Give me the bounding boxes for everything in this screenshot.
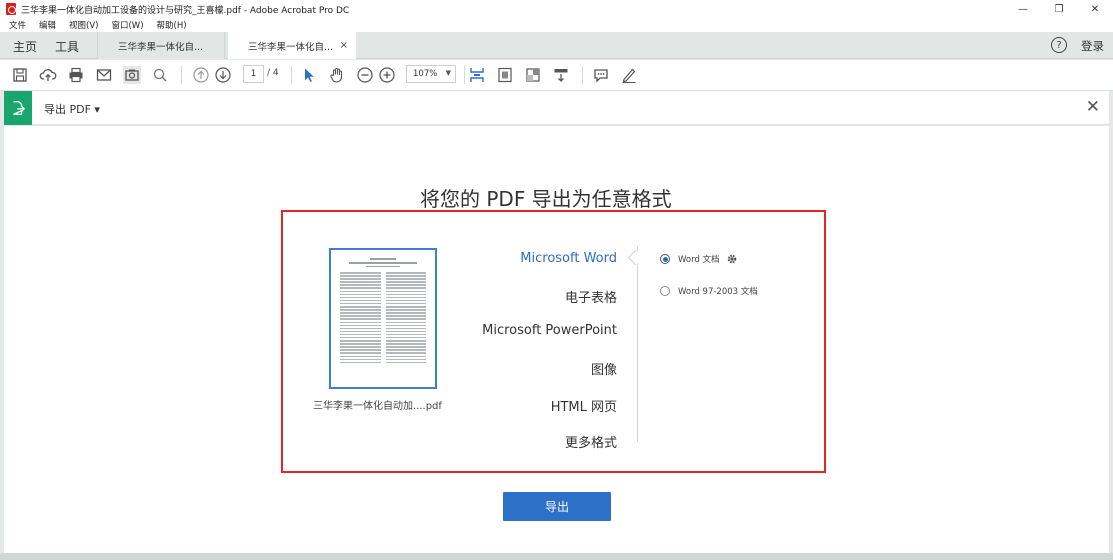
tab-document-2-label: 三华李果一体化自... — [248, 41, 334, 53]
tab-home[interactable]: 主页 — [13, 38, 37, 55]
gear-icon[interactable] — [726, 253, 738, 265]
menu-view[interactable]: 视图(V) — [69, 19, 98, 31]
toolbar-divider — [181, 66, 182, 84]
tab-tools[interactable]: 工具 — [55, 38, 79, 55]
toolbar-divider — [582, 66, 583, 84]
comment-icon[interactable] — [592, 66, 610, 84]
fit-page-icon[interactable] — [468, 66, 486, 84]
window-bottom-strip — [0, 553, 1113, 560]
window-title: 三华李果一体化自动加工设备的设计与研究_王喜檬.pdf - Adobe Acro… — [21, 5, 350, 16]
page-total: / 4 — [267, 68, 279, 78]
export-pdf-tool-title[interactable]: 导出 PDF ▾ — [44, 101, 100, 117]
toolbar-divider — [464, 66, 465, 84]
menu-bar: 文件 编辑 视图(V) 窗口(W) 帮助(H) — [0, 18, 1113, 32]
export-button[interactable]: 导出 — [503, 492, 611, 521]
radio-word-document[interactable] — [660, 254, 670, 264]
export-pdf-panel-header: 导出 PDF ▾ ✕ — [4, 91, 1109, 125]
option-word-document-label: Word 文档 — [678, 255, 720, 265]
format-divider — [637, 246, 638, 442]
hand-tool-icon[interactable] — [328, 66, 346, 84]
format-html-web-page[interactable]: HTML 网页 — [551, 396, 617, 415]
previous-page-icon[interactable] — [192, 66, 210, 84]
toolbar-divider — [291, 66, 292, 84]
login-link[interactable]: 登录 — [1081, 38, 1104, 54]
format-microsoft-powerpoint[interactable]: Microsoft PowerPoint — [482, 323, 617, 338]
close-tool-icon[interactable]: ✕ — [1086, 97, 1100, 117]
sign-pen-icon[interactable] — [620, 66, 638, 84]
option-word-document[interactable]: Word 文档 — [660, 253, 738, 265]
menu-edit[interactable]: 编辑 — [39, 19, 56, 31]
tab-document-1-label: 三华李果一体化自... — [118, 41, 204, 53]
format-image[interactable]: 图像 — [591, 359, 617, 378]
export-pdf-icon — [4, 91, 32, 125]
window-controls: — ❐ ✕ — [1005, 0, 1113, 18]
chevron-down-icon: ▼ — [445, 69, 451, 77]
menu-file[interactable]: 文件 — [9, 19, 26, 31]
acrobat-app-icon — [6, 3, 16, 15]
email-icon[interactable] — [95, 66, 113, 84]
minimize-button[interactable]: — — [1005, 0, 1041, 18]
zoom-out-icon[interactable] — [356, 66, 374, 84]
tab-close-icon[interactable]: × — [340, 40, 348, 51]
print-icon[interactable] — [67, 66, 85, 84]
page-view-icon[interactable] — [496, 66, 514, 84]
page-number-input[interactable]: 1 — [243, 65, 264, 83]
read-mode-icon[interactable] — [552, 66, 570, 84]
restore-button[interactable]: ❐ — [1041, 0, 1077, 18]
close-window-button[interactable]: ✕ — [1077, 0, 1113, 18]
tab-document-2[interactable]: 三华李果一体化自... × — [228, 32, 356, 59]
next-page-icon[interactable] — [214, 66, 232, 84]
format-spreadsheet[interactable]: 电子表格 — [565, 287, 617, 306]
zoom-value: 107% — [413, 69, 438, 79]
zoom-select[interactable]: 107% ▼ — [406, 65, 456, 83]
menu-window[interactable]: 窗口(W) — [111, 19, 143, 31]
title-bar: 三华李果一体化自动加工设备的设计与研究_王喜檬.pdf - Adobe Acro… — [0, 0, 1113, 18]
select-cursor-icon[interactable] — [300, 66, 318, 84]
format-more-formats[interactable]: 更多格式 — [565, 432, 617, 451]
snapshot-icon[interactable] — [123, 66, 141, 84]
full-screen-icon[interactable] — [524, 66, 542, 84]
tab-bar: 主页 工具 三华李果一体化自... 三华李果一体化自... × ? 登录 — [0, 32, 1113, 59]
option-word-97-2003[interactable]: Word 97-2003 文档 — [660, 285, 758, 297]
tab-document-1[interactable]: 三华李果一体化自... — [97, 32, 225, 59]
option-word-97-2003-label: Word 97-2003 文档 — [678, 287, 758, 297]
page-title: 将您的 PDF 导出为任意格式 — [420, 187, 672, 211]
radio-word-97-2003[interactable] — [660, 286, 670, 296]
save-icon[interactable] — [11, 66, 29, 84]
help-icon[interactable]: ? — [1051, 37, 1067, 53]
zoom-in-icon[interactable] — [378, 66, 396, 84]
format-microsoft-word[interactable]: Microsoft Word — [520, 251, 617, 266]
toolbar — [0, 60, 1113, 91]
menu-help[interactable]: 帮助(H) — [157, 19, 187, 31]
search-icon[interactable] — [151, 66, 169, 84]
document-file-name: 三华李果一体化自动加....pdf — [313, 401, 442, 412]
cloud-upload-icon[interactable] — [39, 66, 57, 84]
document-thumbnail — [329, 248, 437, 389]
